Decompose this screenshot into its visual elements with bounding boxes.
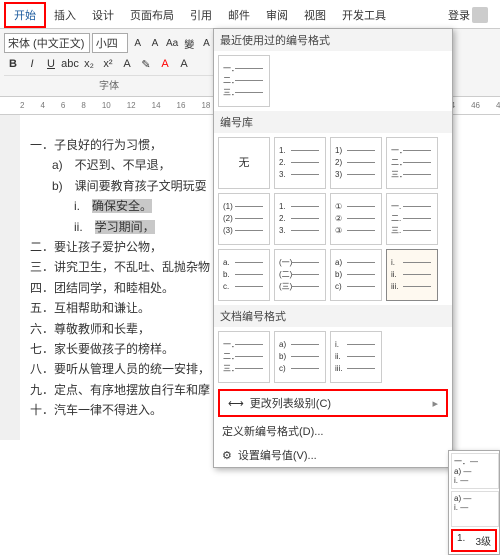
font-size-select[interactable]: 小四 <box>92 33 128 53</box>
font-name-select[interactable]: 宋体 (中文正文) <box>4 33 90 53</box>
number-format-thumb[interactable]: ①②③ <box>330 193 382 245</box>
phonetic-icon[interactable]: Aa <box>165 35 180 51</box>
list-item: 三．讲究卫生，不乱吐、乱抛杂物 <box>30 257 210 277</box>
numbering-dropdown: 最近使用过的编号格式 一． 二． 三． 编号库 无 1.2.3. 1)2)3) … <box>213 28 453 468</box>
tab-review[interactable]: 审阅 <box>258 4 296 26</box>
font-color-icon[interactable]: A <box>156 55 174 73</box>
login-area[interactable]: 登录 <box>440 4 496 26</box>
underline-button[interactable]: U <box>42 55 60 73</box>
level-thumb[interactable]: 一．—a) —i. — <box>451 453 499 489</box>
library-header: 编号库 <box>214 111 452 133</box>
tab-insert[interactable]: 插入 <box>46 4 84 26</box>
number-format-thumb[interactable]: (1)(2)(3) <box>218 193 270 245</box>
number-format-thumb[interactable]: 1)2)3) <box>330 137 382 189</box>
decrease-font-icon[interactable]: A <box>147 35 162 51</box>
tab-dev[interactable]: 开发工具 <box>334 4 394 26</box>
level-indicator[interactable]: 1. 3级 <box>451 529 497 552</box>
number-format-thumb[interactable]: a)b)c) <box>274 331 326 383</box>
tab-design[interactable]: 设计 <box>84 4 122 26</box>
number-format-thumb[interactable]: 1.2.3. <box>274 193 326 245</box>
list-item: 七．家长要做孩子的榜样。 <box>30 339 210 359</box>
number-format-thumb[interactable]: i.ii.iii. <box>330 331 382 383</box>
tab-layout[interactable]: 页面布局 <box>122 4 182 26</box>
avatar-icon <box>472 7 488 23</box>
strike-button[interactable]: abc <box>61 55 79 73</box>
define-new-format[interactable]: 定义新编号格式(D)... <box>214 419 452 443</box>
number-format-thumb[interactable]: a)b)c) <box>330 249 382 301</box>
text-effect-icon[interactable]: A <box>118 55 136 73</box>
list-item: b) 课间要教育孩子文明玩耍 <box>30 176 210 196</box>
font-group-label: 字体 <box>4 75 214 92</box>
list-item: ii. 学习期间， <box>30 217 210 237</box>
number-format-none[interactable]: 无 <box>218 137 270 189</box>
list-item: 四．团结同学，和睦相处。 <box>30 278 210 298</box>
number-format-thumb[interactable]: 一．二．三． <box>218 331 270 383</box>
italic-button[interactable]: I <box>23 55 41 73</box>
set-number-value[interactable]: ⚙ 设置编号值(V)... <box>214 443 452 467</box>
list-item: a) 不迟到、不早退， <box>30 155 210 175</box>
list-item: 六．尊敬教师和长辈， <box>30 319 210 339</box>
increase-font-icon[interactable]: A <box>130 35 145 51</box>
list-item: 十．汽车一律不得进入。 <box>30 400 210 420</box>
level-thumb[interactable]: a) —i. — <box>451 491 499 527</box>
level-submenu: 一．—a) —i. — a) —i. — 1. 3级 <box>448 450 500 555</box>
number-format-thumb[interactable]: 1.2.3. <box>274 137 326 189</box>
list-item: i. 确保安全。 <box>30 196 210 216</box>
tab-mail[interactable]: 邮件 <box>220 4 258 26</box>
subscript-button[interactable]: x₂ <box>80 55 98 73</box>
bold-button[interactable]: B <box>4 55 22 73</box>
list-item: 二．要让孩子爱护公物， <box>30 237 210 257</box>
number-format-thumb[interactable]: i.ii.iii. <box>386 249 438 301</box>
indent-icon: ⟷ <box>228 397 244 410</box>
clear-format-icon[interactable]: A <box>199 35 214 51</box>
tab-view[interactable]: 视图 <box>296 4 334 26</box>
list-item: 一．子良好的行为习惯， <box>30 135 210 155</box>
list-item: 八．要听从管理人员的统一安排， <box>30 359 210 379</box>
highlight-icon[interactable]: ✎ <box>137 55 155 73</box>
doc-formats-header: 文档编号格式 <box>214 305 452 327</box>
superscript-button[interactable]: x² <box>99 55 117 73</box>
list-item: 五．互相帮助和谦让。 <box>30 298 210 318</box>
number-format-thumb[interactable]: 一.二.三. <box>386 193 438 245</box>
number-format-thumb[interactable]: a.b.c. <box>218 249 270 301</box>
change-list-level[interactable]: ⟷ 更改列表级别(C) ▸ <box>218 389 448 417</box>
number-format-thumb[interactable]: (一)(二)(三) <box>274 249 326 301</box>
submenu-arrow-icon: ▸ <box>432 397 438 410</box>
number-format-thumb[interactable]: 一． 二． 三． <box>218 55 270 107</box>
tab-ref[interactable]: 引用 <box>182 4 220 26</box>
login-label: 登录 <box>448 7 470 23</box>
char-border-icon[interactable]: A <box>175 55 193 73</box>
number-format-thumb[interactable]: 一．二．三． <box>386 137 438 189</box>
recent-header: 最近使用过的编号格式 <box>214 29 452 51</box>
tab-bar: 开始 插入 设计 页面布局 引用 邮件 审阅 视图 开发工具 登录 <box>0 0 500 29</box>
pinyin-icon[interactable]: 變 <box>182 35 197 51</box>
list-item: 九．定点、有序地摆放自行车和摩 <box>30 380 210 400</box>
tab-start[interactable]: 开始 <box>4 2 46 28</box>
document-content[interactable]: 一．子良好的行为习惯， a) 不迟到、不早退， b) 课间要教育孩子文明玩耍 i… <box>20 115 220 440</box>
gear-icon: ⚙ <box>222 449 232 462</box>
